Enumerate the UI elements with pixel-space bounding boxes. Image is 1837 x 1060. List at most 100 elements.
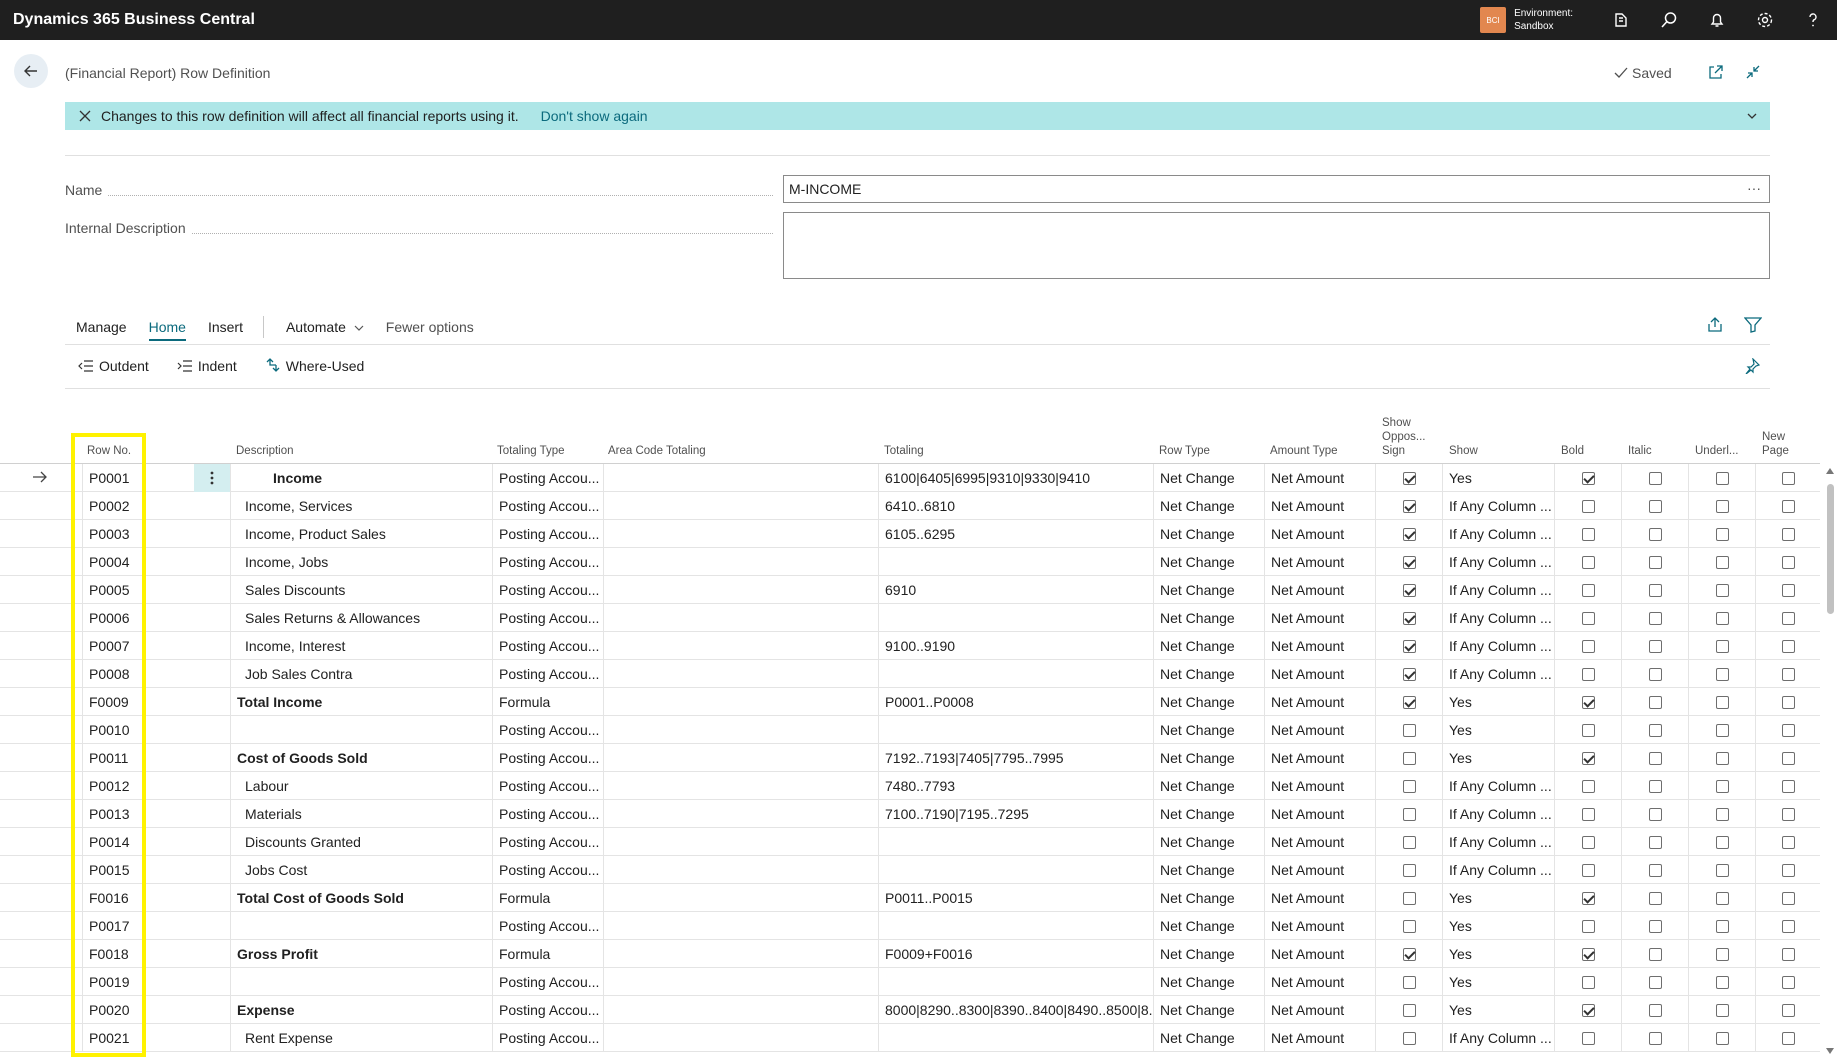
new-page-checkbox[interactable] bbox=[1782, 752, 1795, 765]
totaling-type-cell[interactable]: Posting Accou... bbox=[492, 492, 603, 520]
row-type-cell[interactable]: Net Change bbox=[1153, 492, 1264, 520]
row-type-cell[interactable]: Net Change bbox=[1153, 520, 1264, 548]
bold-checkbox[interactable] bbox=[1582, 808, 1595, 821]
show-cell[interactable]: If Any Column ... bbox=[1442, 800, 1554, 828]
totaling-type-cell[interactable]: Posting Accou... bbox=[492, 800, 603, 828]
amount-type-cell[interactable]: Net Amount bbox=[1264, 632, 1375, 660]
row-type-cell[interactable]: Net Change bbox=[1153, 604, 1264, 632]
area-code-totaling-cell[interactable] bbox=[603, 996, 878, 1024]
show-opposite-sign-checkbox[interactable] bbox=[1403, 892, 1416, 905]
description-cell[interactable]: Income, Product Sales bbox=[230, 520, 492, 548]
tab-manage[interactable]: Manage bbox=[76, 319, 127, 335]
description-cell[interactable]: Sales Returns & Allowances bbox=[230, 604, 492, 632]
amount-type-cell[interactable]: Net Amount bbox=[1264, 828, 1375, 856]
new-page-checkbox[interactable] bbox=[1782, 864, 1795, 877]
bold-checkbox[interactable] bbox=[1582, 752, 1595, 765]
italic-checkbox[interactable] bbox=[1649, 500, 1662, 513]
new-page-checkbox[interactable] bbox=[1782, 668, 1795, 681]
row-no-cell[interactable]: P0005 bbox=[82, 576, 228, 604]
table-row[interactable]: P0014 Discounts Granted Posting Accou... Ne… bbox=[0, 828, 1820, 856]
row-no-cell[interactable]: P0013 bbox=[82, 800, 228, 828]
amount-type-cell[interactable]: Net Amount bbox=[1264, 688, 1375, 716]
fewer-options-button[interactable]: Fewer options bbox=[386, 319, 474, 335]
totaling-cell[interactable]: P0001..P0008 bbox=[878, 688, 1153, 716]
show-opposite-sign-checkbox[interactable] bbox=[1403, 640, 1416, 653]
show-opposite-sign-checkbox[interactable] bbox=[1403, 808, 1416, 821]
row-type-cell[interactable]: Net Change bbox=[1153, 660, 1264, 688]
italic-checkbox[interactable] bbox=[1649, 976, 1662, 989]
bold-checkbox[interactable] bbox=[1582, 500, 1595, 513]
table-row[interactable]: P0013 Materials Posting Accou... 7100..7190… bbox=[0, 800, 1820, 828]
show-opposite-sign-checkbox[interactable] bbox=[1403, 696, 1416, 709]
close-icon[interactable] bbox=[79, 110, 91, 122]
amount-type-cell[interactable]: Net Amount bbox=[1264, 464, 1375, 492]
column-header-row-no[interactable]: Row No. bbox=[87, 444, 131, 458]
bold-checkbox[interactable] bbox=[1582, 836, 1595, 849]
table-row[interactable]: P0017 Posting Accou... Net Change Net Amoun… bbox=[0, 912, 1820, 940]
amount-type-cell[interactable]: Net Amount bbox=[1264, 856, 1375, 884]
copilot-icon[interactable] bbox=[1597, 0, 1645, 40]
row-no-cell[interactable]: P0011 bbox=[82, 744, 228, 772]
table-row[interactable]: P0021 Rent Expense Posting Accou... Net Cha… bbox=[0, 1024, 1820, 1052]
area-code-totaling-cell[interactable] bbox=[603, 548, 878, 576]
totaling-type-cell[interactable]: Posting Accou... bbox=[492, 856, 603, 884]
description-cell[interactable]: Rent Expense bbox=[230, 1024, 492, 1052]
show-cell[interactable]: If Any Column ... bbox=[1442, 1024, 1554, 1052]
show-opposite-sign-checkbox[interactable] bbox=[1403, 1004, 1416, 1017]
underline-checkbox[interactable] bbox=[1716, 556, 1729, 569]
show-cell[interactable]: If Any Column ... bbox=[1442, 492, 1554, 520]
scroll-thumb[interactable] bbox=[1827, 484, 1834, 614]
chevron-down-icon[interactable] bbox=[1746, 110, 1758, 122]
amount-type-cell[interactable]: Net Amount bbox=[1264, 1024, 1375, 1052]
underline-checkbox[interactable] bbox=[1716, 836, 1729, 849]
row-no-cell[interactable]: P0021 bbox=[82, 1024, 228, 1052]
description-cell[interactable]: Total Income bbox=[230, 688, 492, 716]
bold-checkbox[interactable] bbox=[1582, 864, 1595, 877]
show-opposite-sign-checkbox[interactable] bbox=[1403, 556, 1416, 569]
new-page-checkbox[interactable] bbox=[1782, 948, 1795, 961]
description-cell[interactable]: Sales Discounts bbox=[230, 576, 492, 604]
totaling-cell[interactable] bbox=[878, 548, 1153, 576]
table-row[interactable]: P0011 Cost of Goods Sold Posting Accou... 7… bbox=[0, 744, 1820, 772]
bold-checkbox[interactable] bbox=[1582, 892, 1595, 905]
show-cell[interactable]: Yes bbox=[1442, 912, 1554, 940]
row-no-cell[interactable]: P0010 bbox=[82, 716, 228, 744]
show-cell[interactable]: Yes bbox=[1442, 940, 1554, 968]
italic-checkbox[interactable] bbox=[1649, 892, 1662, 905]
new-page-checkbox[interactable] bbox=[1782, 556, 1795, 569]
totaling-type-cell[interactable]: Posting Accou... bbox=[492, 996, 603, 1024]
description-cell[interactable]: Job Sales Contra bbox=[230, 660, 492, 688]
internal-description-field[interactable] bbox=[783, 212, 1770, 279]
table-row[interactable]: P0019 Posting Accou... Net Change Net Amoun… bbox=[0, 968, 1820, 996]
totaling-cell[interactable] bbox=[878, 660, 1153, 688]
amount-type-cell[interactable]: Net Amount bbox=[1264, 716, 1375, 744]
totaling-cell[interactable]: 9100..9190 bbox=[878, 632, 1153, 660]
show-cell[interactable]: If Any Column ... bbox=[1442, 548, 1554, 576]
column-header-show-opposite-sign[interactable]: Show Oppos... Sign bbox=[1382, 416, 1425, 458]
description-cell[interactable] bbox=[230, 968, 492, 996]
tab-home[interactable]: Home bbox=[148, 319, 187, 341]
show-cell[interactable]: If Any Column ... bbox=[1442, 520, 1554, 548]
totaling-type-cell[interactable]: Posting Accou... bbox=[492, 632, 603, 660]
scroll-up-arrow[interactable] bbox=[1826, 468, 1834, 474]
totaling-type-cell[interactable]: Formula bbox=[492, 688, 603, 716]
table-row[interactable]: P0020 Expense Posting Accou... 8000|8290..8… bbox=[0, 996, 1820, 1024]
new-page-checkbox[interactable] bbox=[1782, 612, 1795, 625]
new-page-checkbox[interactable] bbox=[1782, 696, 1795, 709]
description-cell[interactable]: Total Cost of Goods Sold bbox=[230, 884, 492, 912]
italic-checkbox[interactable] bbox=[1649, 612, 1662, 625]
column-header-totaling-type[interactable]: Totaling Type bbox=[497, 444, 565, 458]
underline-checkbox[interactable] bbox=[1716, 864, 1729, 877]
show-opposite-sign-checkbox[interactable] bbox=[1403, 836, 1416, 849]
row-type-cell[interactable]: Net Change bbox=[1153, 688, 1264, 716]
table-row[interactable]: P0002 Income, Services Posting Accou... 641… bbox=[0, 492, 1820, 520]
show-cell[interactable]: If Any Column ... bbox=[1442, 660, 1554, 688]
totaling-type-cell[interactable]: Posting Accou... bbox=[492, 604, 603, 632]
show-cell[interactable]: If Any Column ... bbox=[1442, 772, 1554, 800]
row-type-cell[interactable]: Net Change bbox=[1153, 996, 1264, 1024]
totaling-type-cell[interactable]: Posting Accou... bbox=[492, 1024, 603, 1052]
amount-type-cell[interactable]: Net Amount bbox=[1264, 576, 1375, 604]
italic-checkbox[interactable] bbox=[1649, 752, 1662, 765]
area-code-totaling-cell[interactable] bbox=[603, 520, 878, 548]
show-opposite-sign-checkbox[interactable] bbox=[1403, 976, 1416, 989]
